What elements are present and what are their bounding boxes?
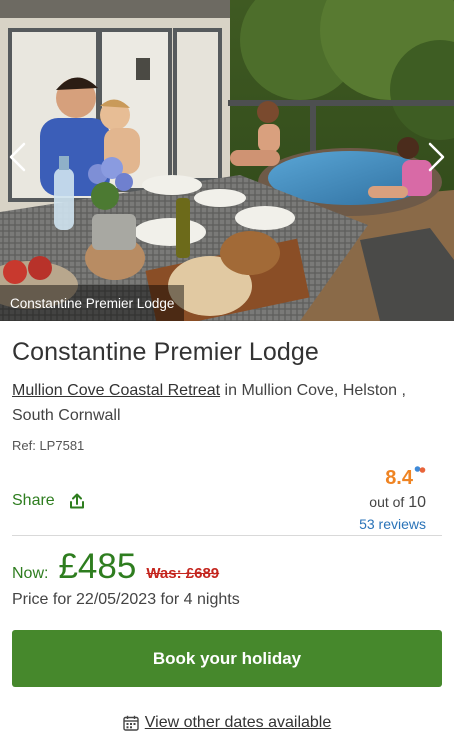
rating-score: 8.4: [385, 467, 413, 489]
calendar-icon: [123, 715, 139, 731]
book-holiday-button[interactable]: Book your holiday: [12, 630, 442, 687]
chevron-left-icon: [9, 142, 26, 172]
park-link[interactable]: Mullion Cove Coastal Retreat: [12, 382, 220, 399]
share-button[interactable]: Share: [12, 492, 85, 510]
share-label: Share: [12, 492, 55, 509]
property-location: Mullion Cove Coastal Retreat in Mullion …: [12, 378, 442, 428]
other-dates-link[interactable]: View other dates available: [0, 714, 454, 732]
price-row: Now: £485 Was: £689: [12, 547, 219, 587]
divider: [12, 535, 442, 536]
rating-out-of-prefix: out of: [369, 494, 409, 510]
share-upload-icon: [69, 493, 84, 509]
rating-out-of: out of 10: [359, 493, 426, 512]
rating-out-of-value: 10: [408, 494, 426, 511]
property-title: Constantine Premier Lodge: [12, 338, 319, 366]
gallery-next-button[interactable]: [420, 132, 454, 182]
was-price: Was: £689: [146, 565, 220, 582]
rating-block: 8.4 out of 10 53 reviews: [359, 463, 426, 532]
chevron-right-icon: [428, 142, 445, 172]
property-ref: Ref: LP7581: [12, 438, 85, 453]
hero-photo: [0, 0, 454, 321]
reviews-link[interactable]: 53 reviews: [359, 516, 426, 532]
hero-gallery[interactable]: Constantine Premier Lodge: [0, 0, 454, 321]
now-label: Now:: [12, 565, 49, 582]
gallery-caption: Constantine Premier Lodge: [0, 285, 185, 321]
gallery-prev-button[interactable]: [0, 132, 34, 182]
balloons-icon: [414, 466, 426, 473]
other-dates-label: View other dates available: [144, 714, 332, 731]
price-details: Price for 22/05/2023 for 4 nights: [12, 591, 240, 608]
current-price: £485: [58, 547, 137, 586]
